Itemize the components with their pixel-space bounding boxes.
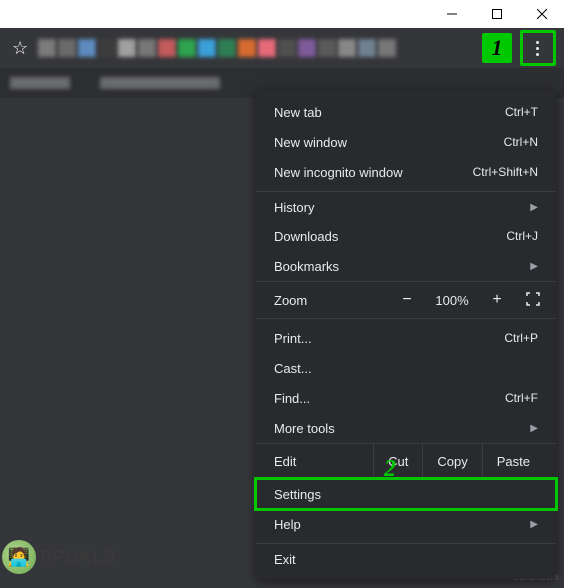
extension-icon[interactable] — [298, 39, 316, 57]
zoom-label: Zoom — [274, 293, 384, 308]
extension-icon[interactable] — [178, 39, 196, 57]
menu-shortcut: Ctrl+F — [505, 391, 538, 405]
menu-label: Print... — [274, 331, 312, 346]
extension-icon[interactable] — [278, 39, 296, 57]
menu-label: Downloads — [274, 229, 338, 244]
bookmark-star-icon[interactable]: ☆ — [12, 38, 28, 59]
fullscreen-button[interactable] — [520, 292, 546, 309]
zoom-out-button[interactable]: − — [392, 291, 422, 309]
zoom-in-button[interactable]: + — [482, 291, 512, 309]
logo-avatar-icon: 🧑‍💻 — [2, 540, 36, 574]
bookmark-item[interactable] — [100, 77, 220, 89]
menu-history[interactable]: History ▶ — [256, 191, 556, 221]
extension-icon[interactable] — [38, 39, 56, 57]
annotation-2: 2 — [384, 456, 396, 483]
logo-text: PPUALS — [40, 547, 116, 568]
menu-shortcut: Ctrl+P — [504, 331, 538, 345]
edit-copy-button[interactable]: Copy — [422, 444, 481, 478]
menu-shortcut: Ctrl+N — [504, 135, 538, 149]
menu-label: Bookmarks — [274, 259, 339, 274]
menu-label: Help — [274, 517, 301, 532]
extension-icon[interactable] — [58, 39, 76, 57]
menu-print[interactable]: Print... Ctrl+P — [256, 323, 556, 353]
extension-icon[interactable] — [358, 39, 376, 57]
extension-icon[interactable] — [78, 39, 96, 57]
close-icon — [537, 9, 547, 19]
chevron-right-icon: ▶ — [530, 423, 538, 434]
menu-label: New tab — [274, 105, 322, 120]
menu-new-window[interactable]: New window Ctrl+N — [256, 127, 556, 157]
extension-icon[interactable] — [118, 39, 136, 57]
maximize-icon — [492, 9, 502, 19]
menu-label: Cast... — [274, 361, 312, 376]
window-titlebar — [0, 0, 564, 28]
zoom-value: 100% — [430, 293, 474, 308]
menu-more-tools[interactable]: More tools ▶ — [256, 413, 556, 443]
brand-logo: 🧑‍💻 PPUALS — [2, 540, 116, 574]
menu-edit-row: Edit Cut Copy Paste — [256, 443, 556, 479]
menu-exit[interactable]: Exit — [256, 543, 556, 573]
minimize-icon — [447, 9, 457, 19]
menu-find[interactable]: Find... Ctrl+F — [256, 383, 556, 413]
menu-label: More tools — [274, 421, 335, 436]
extension-icon[interactable] — [258, 39, 276, 57]
menu-downloads[interactable]: Downloads Ctrl+J — [256, 221, 556, 251]
menu-cast[interactable]: Cast... — [256, 353, 556, 383]
annotation-1: 1 — [482, 33, 512, 63]
fullscreen-icon — [526, 292, 540, 306]
menu-incognito[interactable]: New incognito window Ctrl+Shift+N — [256, 157, 556, 187]
menu-shortcut: Ctrl+J — [506, 229, 538, 243]
extension-icon[interactable] — [238, 39, 256, 57]
menu-settings[interactable]: Settings — [256, 479, 556, 509]
menu-label: Exit — [274, 552, 296, 567]
extension-icon[interactable] — [98, 39, 116, 57]
menu-label: Find... — [274, 391, 310, 406]
menu-bookmarks[interactable]: Bookmarks ▶ — [256, 251, 556, 281]
chrome-menu-button[interactable] — [520, 30, 556, 66]
menu-zoom-row: Zoom − 100% + — [256, 281, 556, 319]
minimize-button[interactable] — [429, 0, 474, 28]
close-button[interactable] — [519, 0, 564, 28]
edit-paste-button[interactable]: Paste — [482, 444, 544, 478]
extension-icon[interactable] — [138, 39, 156, 57]
extension-icon[interactable] — [318, 39, 336, 57]
kebab-icon — [536, 41, 539, 56]
menu-shortcut: Ctrl+T — [505, 105, 538, 119]
browser-toolbar: ☆ — [0, 28, 564, 68]
menu-label: New window — [274, 135, 347, 150]
menu-label: Settings — [274, 487, 321, 502]
menu-new-tab[interactable]: New tab Ctrl+T — [256, 97, 556, 127]
edit-label: Edit — [274, 454, 373, 469]
extension-icon[interactable] — [338, 39, 356, 57]
extension-icon[interactable] — [198, 39, 216, 57]
extension-icon[interactable] — [158, 39, 176, 57]
extension-icon[interactable] — [378, 39, 396, 57]
chevron-right-icon: ▶ — [530, 519, 538, 530]
extensions-row — [38, 39, 396, 57]
bookmark-item[interactable] — [10, 77, 70, 89]
menu-label: New incognito window — [274, 165, 403, 180]
menu-shortcut: Ctrl+Shift+N — [473, 165, 538, 179]
extension-icon[interactable] — [218, 39, 236, 57]
maximize-button[interactable] — [474, 0, 519, 28]
menu-help[interactable]: Help ▶ — [256, 509, 556, 539]
menu-label: History — [274, 200, 314, 215]
edit-cut-button[interactable]: Cut — [373, 444, 422, 478]
chrome-main-menu: New tab Ctrl+T New window Ctrl+N New inc… — [256, 91, 556, 579]
chevron-right-icon: ▶ — [530, 261, 538, 272]
chevron-right-icon: ▶ — [530, 202, 538, 213]
